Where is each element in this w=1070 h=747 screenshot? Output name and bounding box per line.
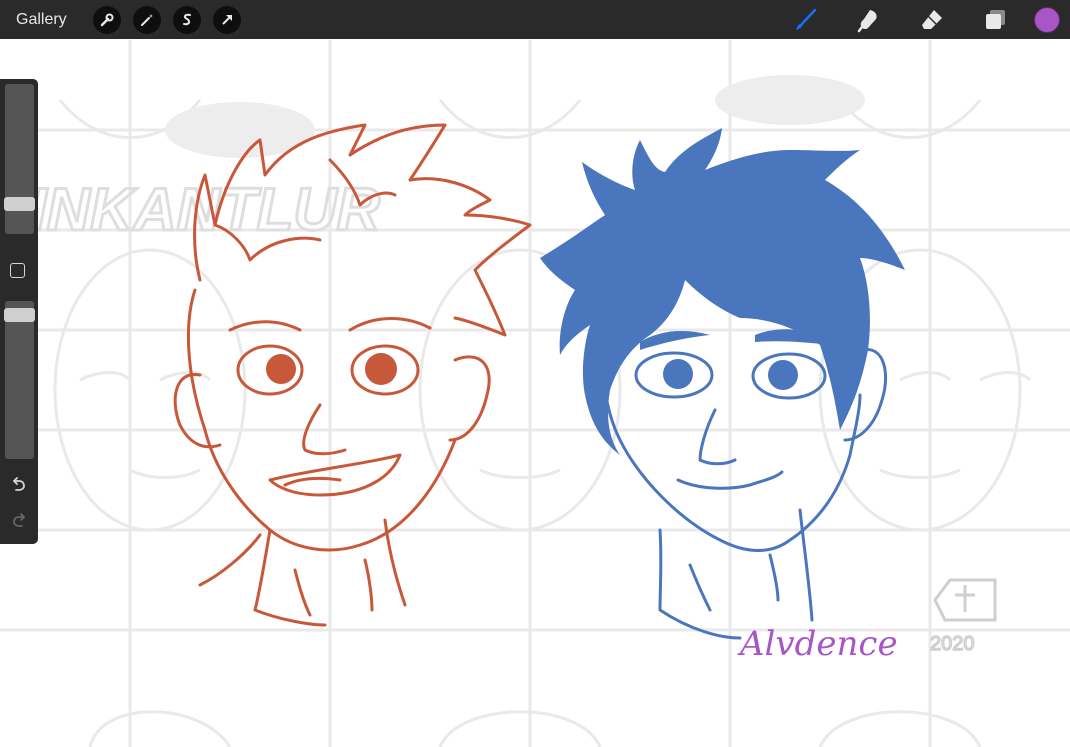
watermark-text: INKANTLUR xyxy=(30,176,380,243)
redo-icon xyxy=(13,513,25,527)
redo-button[interactable] xyxy=(9,510,29,530)
brush-sidebar xyxy=(0,79,38,544)
undo-icon xyxy=(13,477,25,491)
transform-arrow-icon xyxy=(221,14,232,25)
layers-icon xyxy=(986,9,1005,29)
layers-button[interactable] xyxy=(981,6,1009,34)
reference-blob xyxy=(715,75,865,125)
adjustments-button[interactable] xyxy=(132,5,161,34)
brush-size-slider[interactable] xyxy=(4,84,35,234)
artwork: INKANTLUR Alvdence 2020 xyxy=(0,40,1070,747)
magic-wand-icon xyxy=(140,13,153,26)
transform-button[interactable] xyxy=(212,5,241,34)
undo-button[interactable] xyxy=(9,474,29,494)
wrench-icon xyxy=(100,13,114,26)
color-picker-button[interactable] xyxy=(1034,6,1060,33)
watermark-year: 2020 xyxy=(930,633,975,655)
right-character-iris xyxy=(663,359,693,389)
gallery-button[interactable]: Gallery xyxy=(16,11,67,29)
brush-size-thumb[interactable] xyxy=(4,197,35,211)
right-character-hair xyxy=(540,128,905,455)
left-character-iris xyxy=(365,353,397,385)
smudge-button[interactable] xyxy=(855,6,883,34)
brush-icon xyxy=(796,8,817,30)
watermark-stamp xyxy=(933,578,997,622)
brush-button[interactable] xyxy=(792,6,820,34)
right-character-iris xyxy=(768,360,798,390)
right-tool-group xyxy=(792,0,1070,39)
drawing-canvas[interactable]: INKANTLUR Alvdence 2020 xyxy=(0,39,1070,747)
reference-underlay xyxy=(0,40,1070,747)
left-character-iris xyxy=(266,354,296,384)
opacity-thumb[interactable] xyxy=(4,308,35,322)
opacity-slider[interactable] xyxy=(4,301,35,459)
right-character xyxy=(540,128,905,640)
modify-button[interactable] xyxy=(10,263,25,278)
selection-button[interactable] xyxy=(172,5,201,34)
smudge-icon xyxy=(857,9,877,32)
eraser-icon xyxy=(922,9,942,29)
top-toolbar: Gallery xyxy=(0,0,1070,39)
signature: Alvdence xyxy=(737,624,898,664)
eraser-button[interactable] xyxy=(918,6,946,34)
actions-button[interactable] xyxy=(92,5,121,34)
selection-icon xyxy=(182,13,191,25)
